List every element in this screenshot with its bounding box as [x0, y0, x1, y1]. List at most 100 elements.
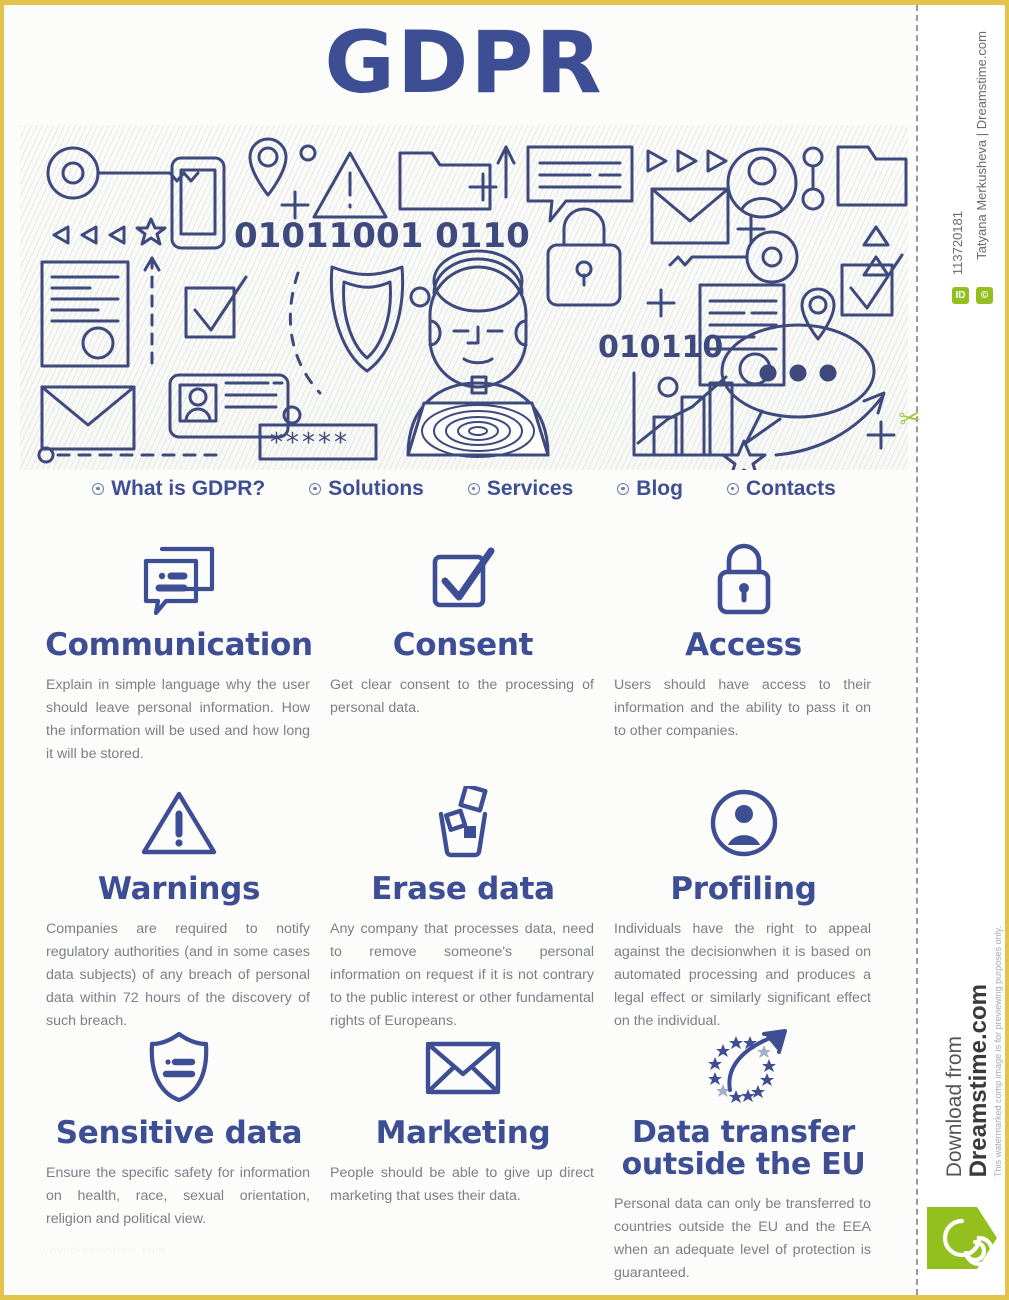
- checkbox-check-icon: [184, 275, 248, 339]
- image-id: 113720181: [950, 211, 965, 276]
- card-title: Access: [685, 627, 802, 663]
- nav-item-solutions[interactable]: Solutions: [309, 477, 424, 501]
- map-pin-icon: [248, 137, 288, 197]
- envelope-icon: [328, 1021, 598, 1113]
- play-arrow-icon: [52, 225, 126, 245]
- card-body: Personal data can only be transferred to…: [614, 1195, 871, 1281]
- card-warnings: Warnings Companies are required to notif…: [44, 769, 328, 1029]
- card-title: Data transfer outside the EU: [621, 1115, 866, 1182]
- arrow-up-icon: [143, 256, 161, 370]
- shield-data-icon: [44, 1021, 314, 1113]
- shield-icon: [329, 265, 405, 373]
- scissors-icon: ✂: [897, 401, 923, 435]
- card-title: Profiling: [670, 871, 817, 907]
- padlock-icon: [546, 207, 622, 307]
- plus-icon: [736, 214, 766, 244]
- circle-dot-icon: [299, 144, 317, 162]
- play-arrow-icon: [646, 149, 728, 173]
- card-data-transfer-outside-eu: Data transfer outside the EU Personal da…: [612, 1013, 889, 1281]
- key-icon: [46, 146, 200, 200]
- star-icon: [721, 439, 767, 470]
- nav-item-contacts[interactable]: Contacts: [726, 477, 836, 501]
- circle-dot-icon: [282, 405, 302, 425]
- user-circle-icon: [612, 777, 875, 869]
- triangle-icon: [862, 225, 890, 277]
- nav-item-label: Contacts: [745, 477, 836, 500]
- card-title: Warnings: [97, 871, 261, 907]
- bullet-dot-icon: [309, 483, 322, 495]
- checkbox-check-icon: [328, 533, 598, 625]
- main-nav[interactable]: What is GDPR? Solutions Services Blog Co…: [4, 477, 924, 501]
- corner-watermark: www.dreamstime.com: [40, 1245, 166, 1257]
- nav-item-label: Solutions: [328, 477, 424, 500]
- plus-icon: [280, 190, 310, 220]
- warning-triangle-icon: [312, 151, 388, 219]
- arrow-curve-icon: [774, 391, 886, 457]
- svg-text:*****: *****: [270, 428, 350, 458]
- card-access: Access Users should have access to their…: [612, 533, 889, 769]
- chat-bubbles-icon: [44, 533, 314, 625]
- card-consent: Consent Get clear consent to the process…: [328, 533, 612, 769]
- folder-icon: [836, 145, 908, 207]
- nav-item-label: Services: [486, 477, 574, 500]
- bullet-dot-icon: [92, 483, 105, 495]
- feature-grid: Communication Explain in simple language…: [44, 533, 889, 1281]
- card-body: Users should have access to their inform…: [614, 676, 871, 739]
- plus-icon: [866, 420, 896, 450]
- card-body: Ensure the specific safety for informati…: [46, 1164, 310, 1227]
- document-icon: [40, 260, 130, 368]
- dashed-curve: [288, 271, 322, 395]
- key-icon: [668, 230, 799, 284]
- dreamstime-spiral-logo[interactable]: [925, 1201, 999, 1275]
- download-from-label: Download from: [943, 1035, 966, 1177]
- card-title: Consent: [392, 627, 534, 663]
- nav-item-label: Blog: [636, 477, 683, 500]
- user-circle-icon: [726, 147, 798, 219]
- card-profiling: Profiling Individuals have the right to …: [612, 769, 889, 1029]
- nav-item-blog[interactable]: Blog: [617, 477, 683, 501]
- eu-stars-arrow-icon: [612, 1021, 875, 1113]
- plus-icon: [646, 288, 676, 318]
- card-sensitive-data: Sensitive data Ensure the specific safet…: [44, 1013, 328, 1263]
- bullet-dot-icon: [726, 483, 739, 495]
- padlock-icon: [612, 533, 875, 625]
- brand-label: Dreamstime.com: [965, 983, 992, 1177]
- person-laptop-illustration: [406, 249, 550, 458]
- hero-illustration-banner: ***** 01011001 0110 010110: [20, 125, 908, 470]
- card-marketing: Marketing People should be able to give …: [328, 1013, 612, 1263]
- connector-icon: [801, 146, 825, 211]
- bullet-dot-icon: [467, 483, 480, 495]
- nav-item-label: What is GDPR?: [111, 477, 266, 500]
- copyright-badge-icon: ©: [976, 287, 993, 304]
- card-body: People should be able to give up direct …: [330, 1164, 594, 1204]
- card-communication: Communication Explain in simple language…: [44, 533, 328, 769]
- binary-text-right: 010110: [598, 330, 723, 365]
- bullet-dot-icon: [617, 483, 630, 495]
- page-title: GDPR: [324, 13, 604, 113]
- envelope-icon: [40, 385, 136, 451]
- plus-icon: [468, 172, 498, 202]
- card-body: Get clear consent to the processing of p…: [330, 676, 594, 716]
- card-title: Communication: [45, 627, 313, 663]
- envelope-icon: [650, 187, 730, 245]
- arrow-up-icon: [496, 145, 516, 199]
- watermark-disclaimer: This watermarked comp image is for previ…: [993, 926, 1003, 1177]
- warning-triangle-icon: [44, 777, 314, 869]
- card-body: Explain in simple language why the user …: [46, 676, 310, 762]
- smartphone-icon: [170, 156, 226, 250]
- trash-bin-icon: [328, 777, 598, 869]
- card-title: Sensitive data: [55, 1115, 303, 1151]
- author-credit: Tatyana Merkusheva | Dreamstime.com: [974, 31, 989, 260]
- artboard: GDPR ***** 01011001 0110 010110 What is …: [4, 5, 924, 1295]
- map-pin-icon: [800, 287, 836, 341]
- star-icon: [135, 217, 167, 246]
- circle-dot-icon: [409, 286, 431, 308]
- id-badge-icon: ID: [952, 287, 969, 304]
- dreamstime-right-rail: Tatyana Merkusheva | Dreamstime.com 1137…: [897, 5, 1005, 1295]
- card-title: Erase data: [371, 871, 555, 907]
- nav-item-what-is-gdpr[interactable]: What is GDPR?: [92, 477, 265, 501]
- card-title: Marketing: [375, 1115, 551, 1151]
- nav-item-services[interactable]: Services: [467, 477, 574, 501]
- card-erase-data: Erase data Any company that processes da…: [328, 769, 612, 1029]
- folder-icon: [398, 151, 492, 211]
